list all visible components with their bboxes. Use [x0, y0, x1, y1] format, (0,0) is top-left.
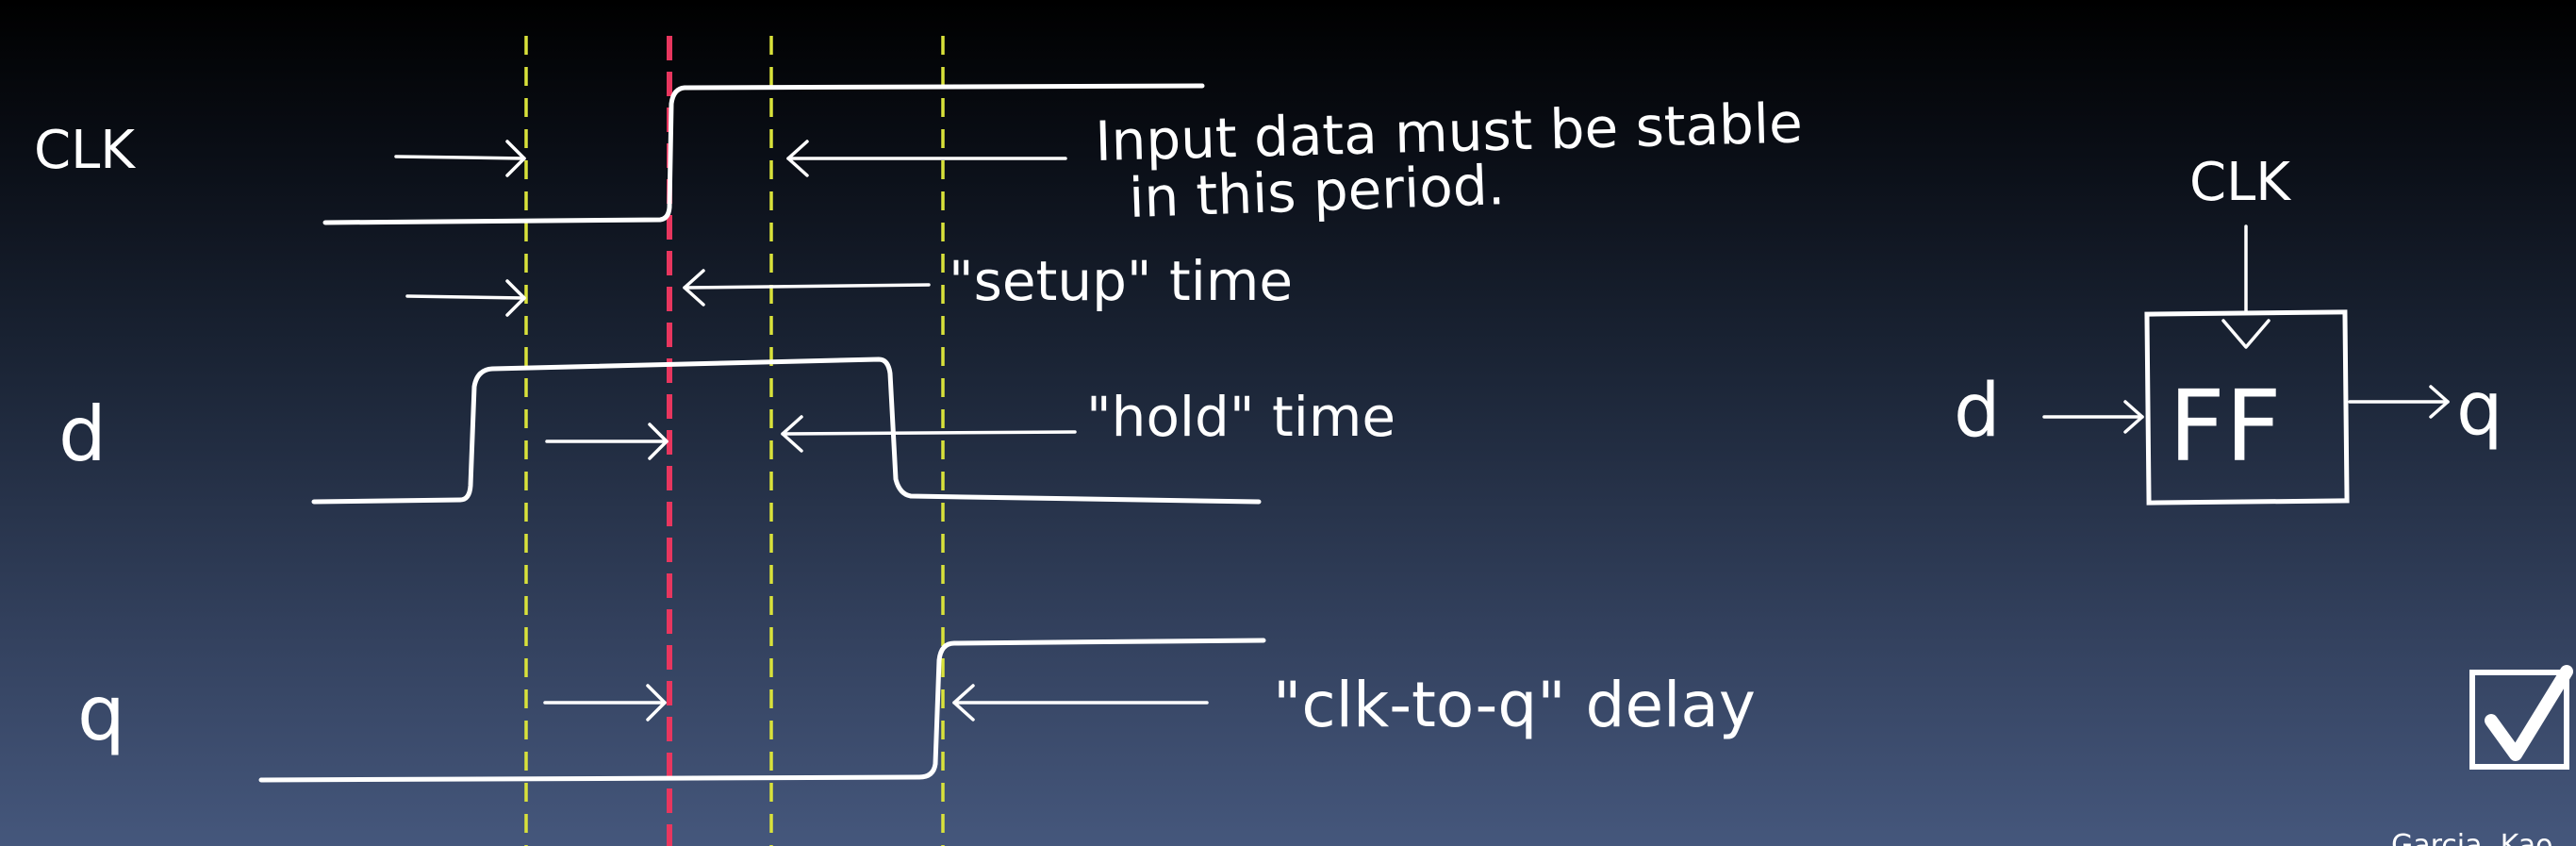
- timing-diagram: CLK d q Input data must be stable in thi…: [34, 36, 2573, 846]
- q-waveform: [258, 638, 1266, 783]
- stable-period-arrow: [786, 140, 1067, 177]
- flipflop-label: FF: [2169, 369, 2282, 484]
- flipflop-symbol: CLK FF d q: [1954, 152, 2503, 506]
- hold-time-label: "hold" time: [1086, 385, 1395, 449]
- d-signal-label: d: [58, 390, 107, 478]
- flipflop-clk-label: CLK: [2189, 152, 2291, 213]
- hold-left-arrow: [545, 423, 669, 460]
- clk-to-q-left-arrow: [543, 684, 667, 722]
- clk-to-q-delay-label: "clk-to-q" delay: [1273, 669, 1756, 741]
- flipflop-output-label: q: [2456, 367, 2503, 452]
- checkbox-checked-icon: [2469, 665, 2573, 770]
- q-signal-label: q: [77, 670, 125, 757]
- setup-left-arrow: [405, 279, 526, 317]
- setup-right-arrow: [683, 269, 931, 307]
- footer-credit: Garcia, Kao: [2391, 829, 2552, 846]
- clk-waveform: [322, 83, 1205, 225]
- clk-to-q-right-arrow: [952, 684, 1209, 722]
- stable-period-note-line2: in this period.: [1128, 153, 1506, 230]
- flipflop-input-arrow: [2042, 400, 2144, 434]
- setup-time-label: "setup" time: [949, 249, 1293, 313]
- clk-signal-label: CLK: [34, 120, 136, 181]
- setup-start-arrow: [394, 140, 526, 177]
- hold-right-arrow: [781, 415, 1077, 453]
- flipflop-output-arrow: [2348, 385, 2450, 419]
- flipflop-input-label: d: [1954, 369, 2001, 454]
- flipflop-clock-triangle: [2221, 319, 2271, 349]
